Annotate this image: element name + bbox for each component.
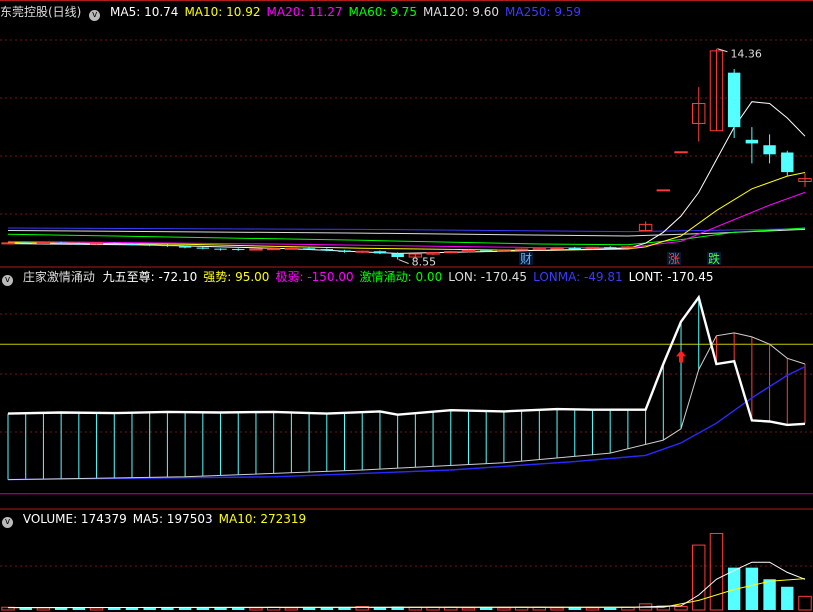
volume-legend: VOLUME: 174379 MA5: 197503 MA10: 272319 [23,512,312,526]
candle-body-down [108,242,121,244]
volume-bar-up [550,607,564,611]
volume-bar-down [143,607,156,610]
candle-body-up [266,248,281,251]
ma-legend: MA5: 10.74 MA10: 10.92 MA20: 11.27 MA60: 9.… [110,5,587,19]
volume-bar-down [745,567,759,610]
jiuwu-zhizun-line [7,294,806,427]
price-panel-header: 东莞控股(日线) v MA5: 10.74 MA10: 10.92 MA20: 11… [0,2,593,22]
volume-bar-down [196,607,210,610]
collapse-toggle-icon[interactable]: v [2,275,13,286]
volume-bar-down [763,579,776,610]
candle-body-up [532,248,547,251]
volume-label-1: MA5: 197503 [132,512,213,526]
volume-bar-down [781,586,794,610]
candle-body-down [603,247,617,249]
candle-body-down [480,250,493,252]
collapse-toggle-icon[interactable]: v [89,10,101,21]
volume-bar-up [497,607,511,611]
candle-body-down [214,248,227,250]
candle-body-down [54,242,68,244]
indicator-label-5: LONMA: -49.81 [533,270,623,284]
candle-body-down [745,139,759,144]
volume-bar-up [249,607,263,611]
volume-bar-down [302,607,316,610]
volume-panel-header: v VOLUME: 174379 MA5: 197503 MA10: 272319 [0,509,318,529]
volume-bar-up [461,607,476,611]
signal-arrow-icon [676,350,687,363]
event-marker-0: 财 [520,252,532,266]
ma20-line [7,191,806,249]
high-price-label: 14.36 [730,48,762,61]
volume-ma5-line [7,561,806,609]
candle-body-down [125,243,139,245]
candle-body-down [391,253,404,258]
candle-body-down [568,247,581,249]
candle-body-down [727,72,741,128]
candle-body-down [143,244,156,246]
collapse-toggle-icon[interactable]: v [2,517,13,528]
volume-bar-down [125,607,139,610]
stock-title[interactable]: 东莞控股(日线) [0,5,81,19]
candle-body-down [178,246,192,248]
ma-label-0: MA5: 10.74 [110,5,179,19]
volume-bar-up [284,607,299,611]
candle-body-up [284,247,299,250]
volume-label-0: VOLUME: 174379 [22,512,127,526]
event-marker-2: 跌 [708,251,720,266]
volume-bar-up [709,532,724,611]
volume-bar-down [19,607,32,610]
indicator-label-3: 激情涌动: 0.00 [359,270,443,284]
candle-body-up [550,247,564,250]
volume-bar-down [232,607,245,610]
volume-bar-up [36,607,51,611]
candle-body-up [1,242,15,245]
candle-body-down [232,249,245,251]
indicator-label-4: LON: -170.45 [448,270,528,284]
low-pointer [398,259,409,265]
indicator-label-1: 强势: 95.00 [203,270,270,284]
candle-body-down [161,245,174,247]
volume-bar-up [585,607,600,611]
indicator-label-6: LONT: -170.45 [628,270,714,284]
indicator-legend: 九五至尊: -72.10 强势: 95.00 极弱: -150.00 激情涌动: 0.… [103,270,720,284]
volume-bar-down [72,607,86,610]
candle-body-down [763,145,776,155]
event-marker-1: 涨 [668,251,680,266]
stock-chart-window: 14.36 8.55 财涨跌 东莞控股(日线) v MA5: 10.74 MA10: … [0,0,813,612]
volume-bar-down [161,607,174,610]
indicator-label-0: 九五至尊: -72.10 [102,270,198,284]
lon-line [7,332,806,481]
candle-body-down [373,251,387,254]
ma-label-3: MA60: 9.75 [348,5,417,19]
indicator-title[interactable]: 庄家激情涌动 [23,270,95,284]
ma-label-1: MA10: 10.92 [184,5,261,19]
volume-bar-down [603,607,617,610]
candle-body-down [320,249,333,251]
candle-body-down [302,248,316,250]
candle-body-down [19,242,32,244]
candle-body-up [514,248,529,251]
volume-bar-down [178,607,192,610]
volume-bar-up [89,607,104,611]
ma-label-5: MA250: 9.59 [505,5,582,19]
candle-body-up [674,151,688,154]
ma-label-2: MA20: 11.27 [266,5,343,19]
ma-label-4: MA120: 9.60 [422,5,500,19]
candle-body-up [249,248,263,251]
lonma-line [7,366,806,481]
candle-body-down [338,250,351,252]
indicator-label-2: 极弱: -150.00 [275,270,354,284]
candle-body-up [621,246,635,249]
candle-body-up [36,242,51,244]
candle-body-down [196,247,210,249]
volume-bar-up [674,606,688,611]
volume-bar-up [798,595,812,611]
candle-body-down [72,243,86,245]
candle-body-down [781,152,794,173]
volume-label-2: MA10: 272319 [218,512,307,526]
indicator-panel-header: v 庄家激情涌动 九五至尊: -72.10 强势: 95.00 极弱: -150.0… [0,267,726,287]
candle-body-up [355,250,369,253]
candle-body-up [656,189,671,192]
